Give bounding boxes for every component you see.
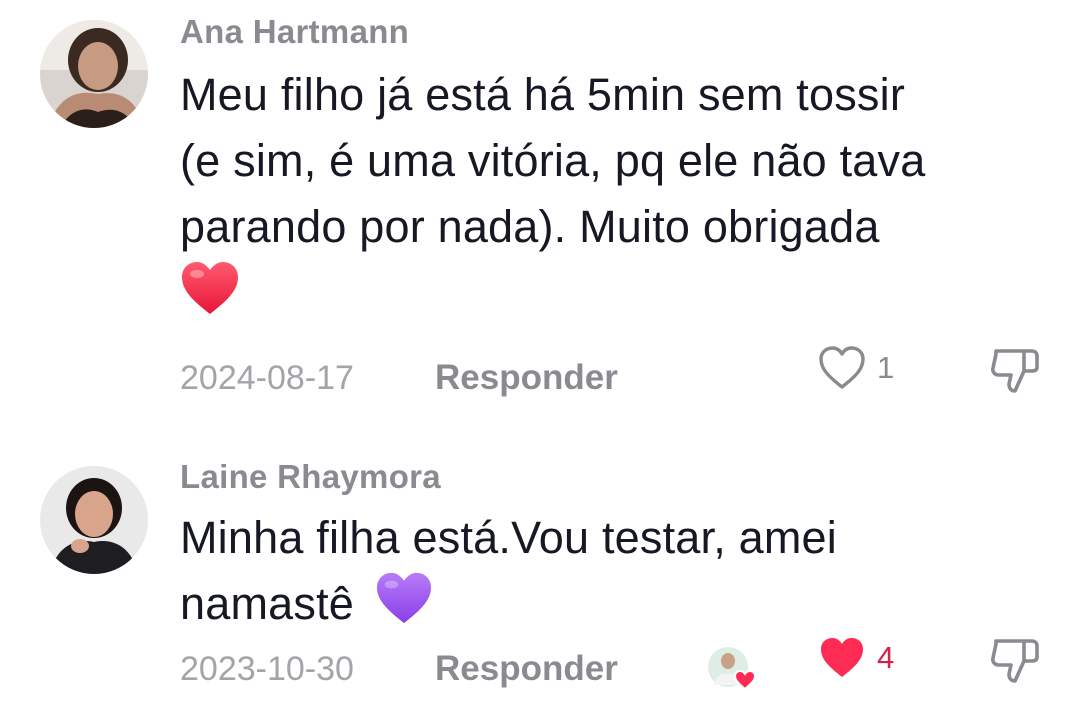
thumbs-down-icon bbox=[988, 639, 1042, 689]
comment-text: Minha filha está.Vou testar, amei namast… bbox=[180, 505, 1060, 643]
comment-text-line: Minha filha está.Vou testar, amei bbox=[180, 512, 837, 563]
creator-liked-badge bbox=[706, 645, 760, 691]
like-count: 4 bbox=[877, 640, 895, 675]
comment-text: Meu filho já está há 5min sem tossir (e … bbox=[180, 62, 1060, 326]
avatar[interactable] bbox=[40, 20, 148, 128]
comment-text-line: Meu filho já está há 5min sem tossir bbox=[180, 69, 906, 120]
dislike-button[interactable] bbox=[988, 345, 1042, 395]
comment-text-line: (e sim, é uma vitória, pq ele não tava bbox=[180, 135, 926, 186]
comment-item: Ana Hartmann Meu filho já está há 5min s… bbox=[0, 0, 1080, 430]
like-button[interactable] bbox=[818, 345, 866, 391]
dislike-button[interactable] bbox=[988, 635, 1042, 685]
comment-item: Laine Rhaymora Minha filha está.Vou test… bbox=[0, 430, 1080, 723]
purple-heart-icon bbox=[375, 571, 433, 643]
heart-filled-icon bbox=[818, 638, 866, 685]
comment-author[interactable]: Ana Hartmann bbox=[180, 12, 409, 52]
like-count: 1 bbox=[877, 350, 895, 385]
comment-date: 2024-08-17 bbox=[180, 359, 354, 397]
comment-author[interactable]: Laine Rhaymora bbox=[180, 457, 441, 497]
avatar[interactable] bbox=[40, 466, 148, 574]
red-heart-icon bbox=[180, 260, 240, 334]
heart-outline-icon bbox=[818, 346, 866, 395]
like-button[interactable] bbox=[818, 635, 866, 681]
comment-text-line: namastê bbox=[180, 578, 354, 629]
comment-date: 2023-10-30 bbox=[180, 650, 354, 688]
comment-text-line: parando por nada). Muito obrigada bbox=[180, 201, 880, 252]
thumbs-down-icon bbox=[988, 349, 1042, 399]
reply-button[interactable]: Responder bbox=[435, 649, 618, 689]
reply-button[interactable]: Responder bbox=[435, 358, 618, 398]
